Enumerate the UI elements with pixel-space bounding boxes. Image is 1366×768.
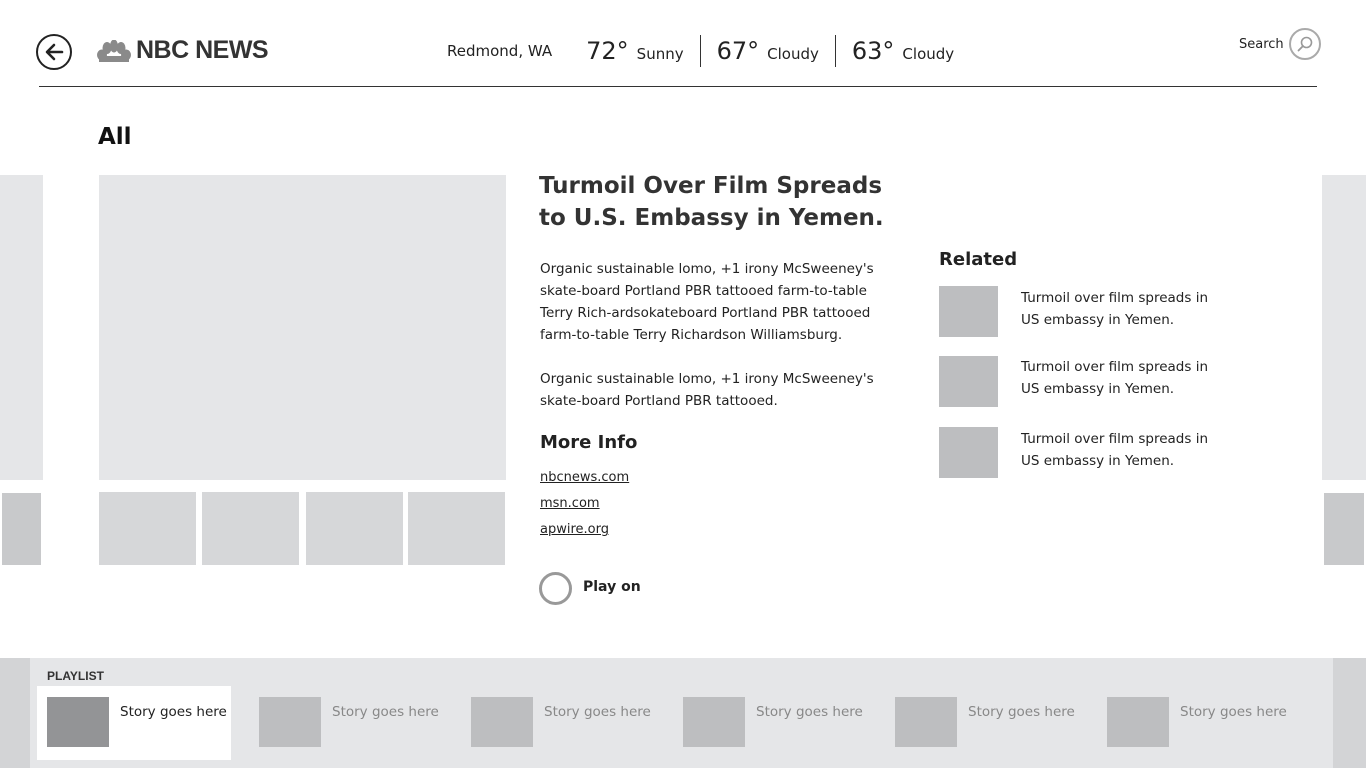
weather-day: 63° Cloudy: [852, 37, 954, 65]
playlist-item-title: Story goes here: [120, 704, 227, 720]
gallery-thumbnail[interactable]: [306, 492, 403, 565]
brand-logo: NBC NEWS: [96, 36, 269, 65]
article-paragraph: Organic sustainable lomo, +1 irony McSwe…: [540, 371, 874, 409]
more-info-heading: More Info: [540, 432, 638, 453]
related-thumbnail[interactable]: [939, 286, 998, 337]
weather-condition: Cloudy: [767, 45, 819, 63]
playlist-item[interactable]: Story goes here: [249, 686, 443, 760]
playlist-thumbnail: [683, 697, 745, 747]
back-button[interactable]: [36, 34, 72, 70]
playlist-item[interactable]: Story goes here: [885, 686, 1079, 760]
playlist-scroll-left[interactable]: [0, 658, 30, 768]
brand-name: NBC NEWS: [136, 36, 269, 64]
weather-condition: Sunny: [636, 45, 684, 63]
related-item[interactable]: Turmoil over film spreads in US embassy …: [1021, 287, 1221, 331]
weather-day: 67° Cloudy: [717, 37, 819, 65]
playlist-label: PLAYLIST: [47, 669, 104, 683]
related-item[interactable]: Turmoil over film spreads in US embassy …: [1021, 428, 1221, 472]
header-divider: [39, 86, 1317, 87]
weather-divider: [699, 35, 701, 67]
previous-article-peek[interactable]: [0, 175, 43, 480]
link-apwire[interactable]: apwire.org: [540, 522, 609, 537]
next-article-peek[interactable]: [1322, 175, 1366, 480]
playlist-thumbnail: [895, 697, 957, 747]
previous-article-thumbnail[interactable]: [2, 493, 41, 565]
related-thumbnail[interactable]: [939, 356, 998, 407]
link-nbcnews[interactable]: nbcnews.com: [540, 470, 629, 485]
article-paragraph: Organic sustainable lomo, +1 irony McSwe…: [540, 261, 874, 343]
weather-temp: 63°: [851, 37, 895, 65]
page-title: All: [98, 124, 132, 150]
gallery-thumbnail[interactable]: [99, 492, 196, 565]
play-on-label[interactable]: Play on: [583, 579, 641, 595]
link-msn[interactable]: msn.com: [540, 496, 600, 511]
weather-temp: 72°: [586, 37, 629, 65]
playlist-item-title: Story goes here: [756, 704, 863, 720]
playlist-scroll-right[interactable]: [1333, 658, 1366, 768]
hero-image[interactable]: [99, 175, 506, 480]
weather-location: Redmond, WA: [447, 42, 553, 60]
related-heading: Related: [939, 249, 1018, 270]
weather-bar: Redmond, WA 72° Sunny 67° Cloudy 63° Clo…: [447, 34, 954, 68]
playlist-item[interactable]: Story goes here: [461, 686, 655, 760]
gallery-thumbnail[interactable]: [202, 492, 299, 565]
weather-day: 72° Sunny: [586, 37, 683, 65]
playlist-thumbnail: [47, 697, 109, 747]
playlist-thumbnail: [471, 697, 533, 747]
playlist-thumbnail: [259, 697, 321, 747]
playlist-item[interactable]: Story goes here: [37, 686, 231, 760]
peacock-icon: [97, 39, 131, 62]
search-icon: [1297, 36, 1313, 52]
playlist-item[interactable]: Story goes here: [1097, 686, 1291, 760]
play-on-button[interactable]: [539, 572, 572, 605]
playlist-item-title: Story goes here: [544, 704, 651, 720]
related-thumbnail[interactable]: [939, 427, 998, 478]
playlist-item-title: Story goes here: [332, 704, 439, 720]
playlist-item-title: Story goes here: [968, 704, 1075, 720]
playlist-item-title: Story goes here: [1180, 704, 1287, 720]
gallery-thumbnail[interactable]: [408, 492, 505, 565]
weather-divider: [834, 35, 836, 67]
back-arrow-icon: [45, 43, 64, 61]
playlist-thumbnail: [1107, 697, 1169, 747]
related-item[interactable]: Turmoil over film spreads in US embassy …: [1021, 356, 1221, 400]
search-label[interactable]: Search: [1239, 37, 1284, 52]
weather-temp: 67°: [716, 37, 760, 65]
weather-condition: Cloudy: [902, 45, 955, 63]
next-article-thumbnail[interactable]: [1324, 493, 1364, 565]
article-headline: Turmoil Over Film Spreads to U.S. Embass…: [539, 173, 884, 231]
search-button[interactable]: [1289, 28, 1321, 60]
playlist-item[interactable]: Story goes here: [673, 686, 867, 760]
